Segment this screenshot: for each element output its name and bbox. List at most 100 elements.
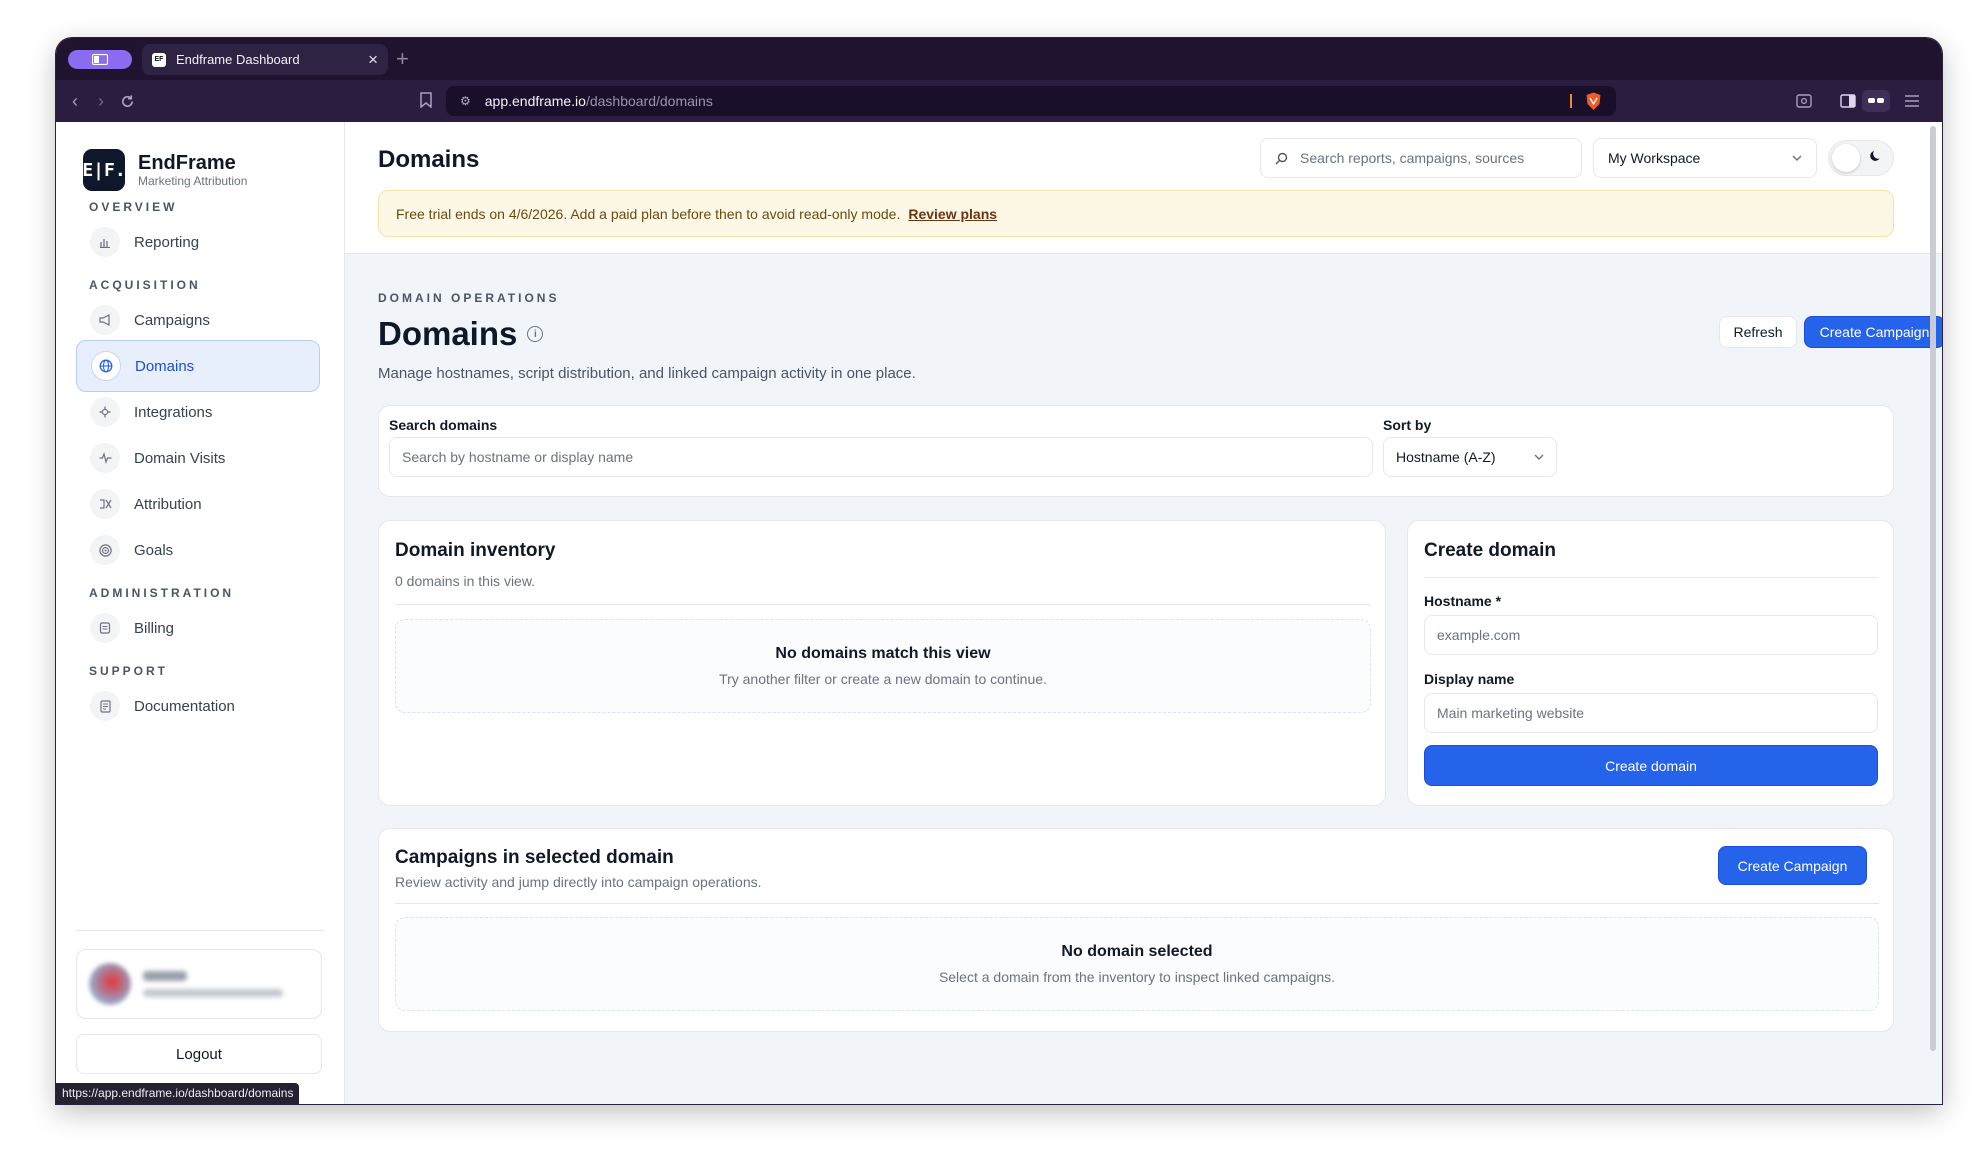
inventory-empty-state: No domains match this view Try another f… <box>395 619 1371 713</box>
create-domain-title: Create domain <box>1424 540 1556 561</box>
url-host: app.endframe.io <box>484 93 586 109</box>
hostname-input[interactable]: example.com <box>1424 615 1878 655</box>
menu-icon[interactable] <box>1900 90 1924 112</box>
globe-icon <box>91 351 121 381</box>
search-domains-label: Search domains <box>389 417 498 433</box>
address-bar[interactable]: ⚙ app.endframe.io/dashboard/domains <box>446 86 1616 116</box>
moon-icon <box>1870 149 1883 165</box>
bookmark-icon[interactable] <box>420 92 432 113</box>
create-domain-button[interactable]: Create domain <box>1424 745 1878 786</box>
page-scrollbar[interactable] <box>1930 126 1936 1051</box>
section-acquisition: ACQUISITION <box>89 278 201 292</box>
inventory-empty-title: No domains match this view <box>775 645 991 662</box>
page-heading: Domains i <box>378 315 544 353</box>
app-root: E|F. EndFrame Marketing Attribution OVER… <box>56 122 1942 1104</box>
wallet-icon[interactable] <box>1862 90 1890 112</box>
create-domain-card: Create domain Hostname * example.com Dis… <box>1407 520 1894 806</box>
campaigns-sub: Review activity and jump directly into c… <box>395 874 762 890</box>
workspace-value: My Workspace <box>1608 150 1701 166</box>
browser-tab-active[interactable]: EF Endframe Dashboard × <box>142 44 388 75</box>
sidebar-item-goals[interactable]: Goals <box>76 524 320 576</box>
user-card[interactable] <box>76 949 322 1019</box>
brave-shield-icon[interactable] <box>1585 92 1602 111</box>
campaigns-empty-sub: Select a domain from the inventory to in… <box>938 969 1336 985</box>
page-subtitle: Manage hostnames, script distribution, a… <box>378 365 916 382</box>
sidebar-divider <box>76 930 324 931</box>
campaigns-card: Campaigns in selected domain Review acti… <box>378 828 1894 1032</box>
refresh-button[interactable]: Refresh <box>1719 316 1797 348</box>
campaigns-empty-title: No domain selected <box>1061 943 1213 960</box>
logout-button[interactable]: Logout <box>76 1034 322 1074</box>
page-title: Domains <box>378 146 480 173</box>
sidebar-item-campaigns[interactable]: Campaigns <box>76 294 320 346</box>
sidebar-item-label: Goals <box>134 541 174 559</box>
workspace-select[interactable]: My Workspace <box>1593 138 1817 178</box>
main-area: Domains Search reports, campaigns, sourc… <box>345 122 1942 1104</box>
top-header: Domains Search reports, campaigns, sourc… <box>345 122 1942 254</box>
sidebar-item-billing[interactable]: Billing <box>76 602 320 654</box>
sidebar-item-label: Attribution <box>134 495 202 513</box>
campaigns-title: Campaigns in selected domain <box>395 847 674 868</box>
create-domain-divider <box>1424 577 1878 578</box>
back-icon[interactable]: ‹ <box>62 88 88 114</box>
section-overview: OVERVIEW <box>89 200 178 214</box>
sidebar-item-domain-visits[interactable]: Domain Visits <box>76 432 320 484</box>
sort-by-label: Sort by <box>1383 417 1432 433</box>
reload-icon[interactable] <box>114 88 140 114</box>
global-search-input[interactable]: Search reports, campaigns, sources <box>1260 138 1582 178</box>
inventory-empty-sub: Try another filter or create a new domai… <box>719 671 1047 687</box>
sidebar-item-label: Documentation <box>134 697 235 715</box>
tab-title: Endframe Dashboard <box>176 52 300 67</box>
brand-logo: E|F. <box>82 149 126 191</box>
campaigns-divider <box>395 903 1879 904</box>
brand-name: EndFrame <box>138 152 236 174</box>
info-icon[interactable]: i <box>527 326 544 342</box>
sidebar-item-label: Billing <box>134 619 175 637</box>
theme-toggle[interactable] <box>1828 140 1894 176</box>
receipt-icon <box>90 613 120 643</box>
display-name-input[interactable]: Main marketing website <box>1424 693 1878 733</box>
browser-window: EF Endframe Dashboard × + ‹ › ⚙ app.endf… <box>56 38 1942 1104</box>
section-support: SUPPORT <box>89 664 169 678</box>
bar-chart-icon <box>90 227 120 257</box>
sidebar-item-integrations[interactable]: Integrations <box>76 386 320 438</box>
content-area: DOMAIN OPERATIONS Domains i Manage hostn… <box>345 255 1942 1104</box>
create-campaign-button[interactable]: Create Campaign <box>1804 316 1942 348</box>
trial-banner-text: Free trial ends on 4/6/2026. Add a paid … <box>396 205 901 222</box>
plug-icon <box>90 397 120 427</box>
forward-icon[interactable]: › <box>88 88 114 114</box>
display-name-label: Display name <box>1424 671 1515 687</box>
search-icon <box>1275 152 1288 164</box>
target-icon <box>90 535 120 565</box>
brand-tagline: Marketing Attribution <box>138 174 248 188</box>
sidebar-toggle-pill[interactable] <box>68 50 132 69</box>
attribution-icon <box>90 489 120 519</box>
sidebar-item-attribution[interactable]: Attribution <box>76 478 320 530</box>
page-heading-text: Domains <box>378 315 518 352</box>
inventory-divider <box>395 604 1371 605</box>
sort-select[interactable]: Hostname (A-Z) <box>1383 437 1557 477</box>
site-settings-icon[interactable]: ⚙ <box>460 94 471 108</box>
section-administration: ADMINISTRATION <box>89 586 235 600</box>
sort-value: Hostname (A-Z) <box>1396 449 1496 465</box>
avatar <box>89 963 131 1005</box>
sidebar-item-label: Domains <box>135 357 195 375</box>
browser-toolbar: ‹ › ⚙ app.endframe.io/dashboard/domains <box>56 80 1942 122</box>
tab-close-icon[interactable]: × <box>368 51 378 68</box>
sidebar-item-domains[interactable]: Domains <box>76 340 320 392</box>
sidebar-item-reporting[interactable]: Reporting <box>76 216 320 268</box>
inventory-title: Domain inventory <box>395 540 556 561</box>
sidebar-panel-icon[interactable] <box>1836 90 1860 112</box>
global-search-placeholder: Search reports, campaigns, sources <box>1300 150 1525 166</box>
screenshot-icon[interactable] <box>1792 90 1816 112</box>
sidebar-item-documentation[interactable]: Documentation <box>76 680 320 732</box>
status-bar-url: https://app.endframe.io/dashboard/domain… <box>56 1083 300 1104</box>
new-tab-icon[interactable]: + <box>396 46 409 72</box>
sidebar-item-label: Integrations <box>134 403 213 421</box>
review-plans-link[interactable]: Review plans <box>908 206 997 222</box>
megaphone-icon <box>90 305 120 335</box>
domain-search-input[interactable]: Search by hostname or display name <box>389 437 1373 477</box>
brand[interactable]: E|F. EndFrame Marketing Attribution <box>82 149 248 191</box>
chevron-down-icon <box>1534 454 1544 460</box>
campaigns-create-campaign-button[interactable]: Create Campaign <box>1718 846 1867 885</box>
